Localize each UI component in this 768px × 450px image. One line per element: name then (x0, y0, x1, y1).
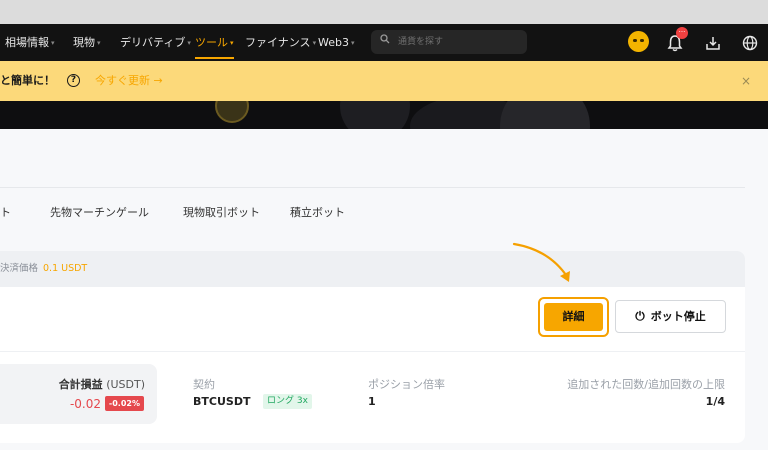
chevron-down-icon: ▾ (350, 39, 355, 47)
coin-graphic (500, 101, 590, 129)
tab-dca-bot[interactable]: 積立ボット (290, 203, 345, 223)
power-icon: ⏻ (635, 309, 645, 323)
chevron-down-icon: ▾ (312, 39, 317, 47)
nav-item-tools[interactable]: ツール ▾ (195, 24, 234, 61)
notification-badge: ··· (676, 27, 688, 39)
additions-label: 追加された回数/追加回数の上限 (567, 378, 725, 391)
bell-icon[interactable]: ··· (667, 27, 688, 54)
divider (0, 351, 745, 352)
nav-item-web3[interactable]: Web3 ▾ (318, 24, 355, 61)
additions-value: 1/4 (705, 395, 725, 408)
search-placeholder: 通貨を探す (398, 37, 444, 47)
total-pnl-value: -0.02 (69, 397, 101, 411)
nav-item-finance[interactable]: ファイナンス ▾ (245, 24, 316, 61)
stop-bot-label: ボット停止 (650, 310, 706, 323)
contract-label: 契約 (193, 378, 215, 391)
stop-bot-button[interactable]: ⏻ ボット停止 (615, 300, 726, 333)
long-leverage-badge: ロング 3x (263, 394, 312, 409)
settlement-price-label: 決済価格 (0, 263, 39, 274)
coin-graphic (340, 101, 410, 129)
coin-graphic (215, 101, 249, 123)
nav-item-market[interactable]: 相場情報 ▾ (5, 24, 55, 61)
leverage-label: ポジション倍率 (368, 378, 445, 391)
details-button-label: 詳細 (544, 303, 603, 331)
update-now-link[interactable]: 今すぐ更新 → (95, 61, 163, 101)
tab-futures-martingale[interactable]: 先物マーチンゲール (50, 203, 149, 223)
help-icon[interactable]: ? (67, 74, 80, 87)
pointer-arrow-icon (512, 242, 570, 282)
contract-value: BTCUSDT (193, 395, 251, 408)
total-pnl-box: 合計損益 (USDT) -0.02 -0.02% (0, 364, 157, 424)
user-avatar-icon[interactable] (628, 31, 649, 52)
update-banner: と簡単に！ ? 今すぐ更新 → × (0, 61, 768, 101)
divider (0, 187, 745, 188)
chevron-down-icon: ▾ (187, 39, 191, 47)
tab-bot-partial[interactable]: ト (0, 203, 11, 223)
banner-message: と簡単に！ (0, 74, 55, 87)
globe-icon[interactable] (742, 24, 758, 61)
total-pnl-label: 合計損益 (USDT) (58, 378, 145, 391)
chevron-down-icon: ▾ (97, 39, 101, 47)
download-icon[interactable] (705, 24, 721, 61)
chevron-down-icon: ▾ (230, 39, 234, 47)
chevron-down-icon: ▾ (51, 39, 55, 47)
bot-card-header: 決済価格 0.1 USDT (0, 251, 745, 287)
close-icon[interactable]: × (741, 61, 751, 101)
details-button[interactable]: 詳細 (538, 297, 609, 337)
settlement-price-value: 0.1 USDT (43, 263, 88, 274)
total-pnl-percent-badge: -0.02% (104, 396, 144, 411)
nav-item-spot[interactable]: 現物 ▾ (73, 24, 101, 61)
leverage-value: 1 (368, 395, 376, 408)
hero-banner (0, 101, 768, 129)
nav-item-derivatives[interactable]: デリバティブ ▾ (120, 24, 191, 61)
top-nav-bar: 相場情報 ▾ 現物 ▾ デリバティブ ▾ ツール ▾ ファイナンス ▾ Web3 ▾ 通貨を… (0, 24, 768, 61)
search-input[interactable]: 通貨を探す (371, 30, 527, 54)
search-icon (380, 30, 390, 54)
tab-spot-grid-bot[interactable]: 現物取引ボット (183, 203, 260, 223)
